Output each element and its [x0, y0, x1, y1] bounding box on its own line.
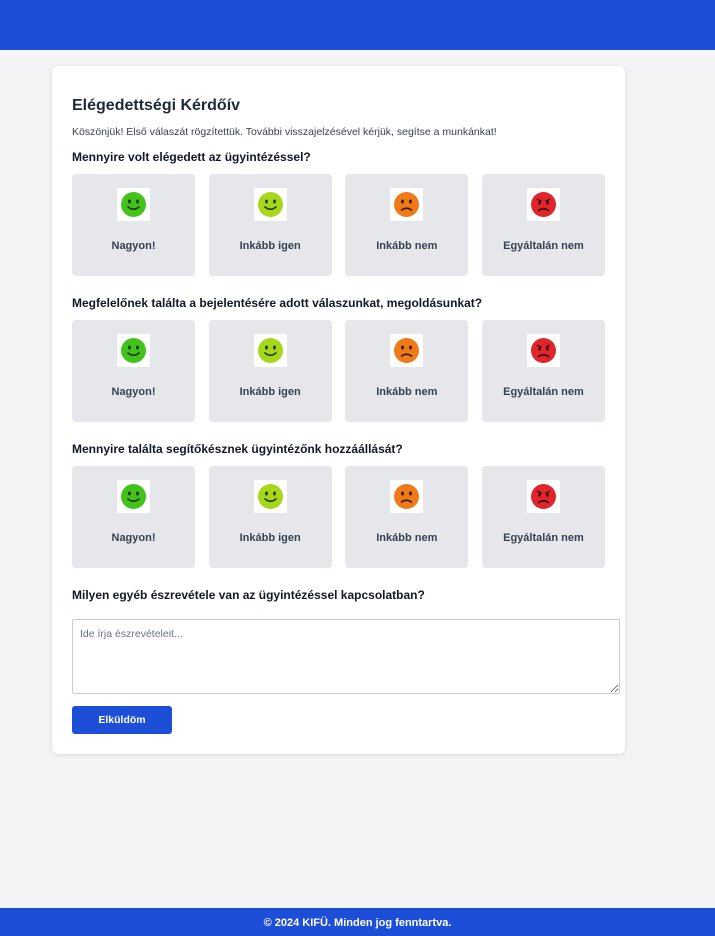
question-1-options: Nagyon! Inkább igen Inkább nem Egyáltalá…: [72, 174, 605, 276]
option-label: Inkább igen: [239, 532, 301, 544]
survey-title: Elégedettségi Kérdőív: [72, 97, 241, 114]
comment-question: Milyen egyéb észrevétele van az ügyintéz…: [72, 588, 425, 602]
question-3-text: Mennyire találta segítőkésznek ügyintéző…: [72, 442, 403, 456]
q2-option-rather-no[interactable]: Inkább nem: [345, 320, 469, 422]
question-3-options: Nagyon! Inkább igen Inkább nem Egyáltalá…: [72, 466, 605, 568]
question-2-text: Megfelelőnek találta a bejelentésére ado…: [72, 296, 483, 310]
option-label: Egyáltalán nem: [503, 240, 584, 252]
happy-face-icon: [253, 334, 287, 367]
option-label: Nagyon!: [111, 386, 156, 398]
option-label: Nagyon!: [111, 532, 156, 544]
question-2-options: Nagyon! Inkább igen Inkább nem Egyáltalá…: [72, 320, 605, 422]
option-label: Inkább nem: [376, 532, 438, 544]
option-label: Egyáltalán nem: [503, 386, 584, 398]
very-happy-face-icon: [117, 334, 150, 367]
q3-option-very-satisfied[interactable]: Nagyon!: [72, 466, 195, 568]
q1-option-not-at-all[interactable]: Egyáltalán nem: [481, 174, 605, 276]
comment-textarea[interactable]: [72, 619, 620, 694]
angry-face-icon: [526, 334, 560, 367]
q2-option-rather-yes[interactable]: Inkább igen: [208, 320, 332, 422]
q3-option-not-at-all[interactable]: Egyáltalán nem: [481, 466, 605, 568]
question-1-text: Mennyire volt elégedett az ügyintézéssel…: [72, 150, 311, 164]
option-label: Inkább igen: [239, 240, 301, 252]
happy-face-icon: [253, 188, 287, 221]
sad-face-icon: [390, 480, 424, 513]
happy-face-icon: [253, 480, 287, 513]
option-label: Inkább nem: [376, 240, 438, 252]
option-label: Inkább nem: [376, 386, 438, 398]
q3-option-rather-no[interactable]: Inkább nem: [345, 466, 469, 568]
sad-face-icon: [390, 334, 424, 367]
submit-button[interactable]: Elküldöm: [72, 706, 172, 734]
q1-option-rather-no[interactable]: Inkább nem: [345, 174, 469, 276]
q2-option-not-at-all[interactable]: Egyáltalán nem: [481, 320, 605, 422]
very-happy-face-icon: [117, 480, 150, 513]
footer-text: © 2024 KIFÜ. Minden jog fenntartva.: [0, 908, 715, 936]
very-happy-face-icon: [117, 188, 150, 221]
option-label: Inkább igen: [239, 386, 301, 398]
option-label: Egyáltalán nem: [503, 532, 584, 544]
option-label: Nagyon!: [111, 240, 156, 252]
angry-face-icon: [526, 480, 560, 513]
survey-subtitle: Köszönjük! Első válaszát rögzítettük. To…: [72, 126, 497, 138]
angry-face-icon: [526, 188, 560, 221]
top-header-bar: [0, 0, 715, 50]
q2-option-very-satisfied[interactable]: Nagyon!: [72, 320, 195, 422]
q3-option-rather-yes[interactable]: Inkább igen: [208, 466, 332, 568]
survey-card: Elégedettségi Kérdőív Köszönjük! Első vá…: [52, 66, 625, 754]
q1-option-rather-yes[interactable]: Inkább igen: [208, 174, 332, 276]
q1-option-very-satisfied[interactable]: Nagyon!: [72, 174, 195, 276]
sad-face-icon: [390, 188, 424, 221]
